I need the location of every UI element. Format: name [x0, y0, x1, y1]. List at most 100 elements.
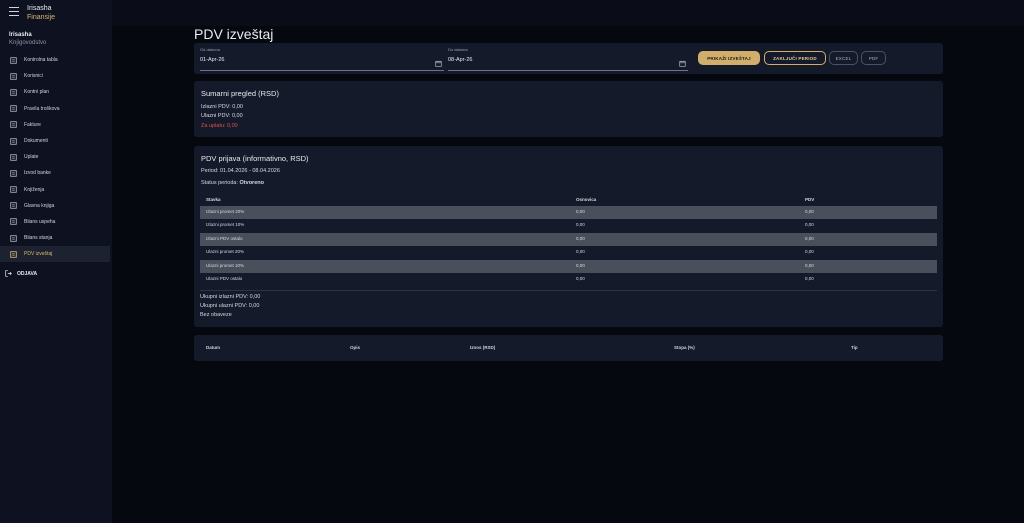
- vat-totals: Ukupni izlazni PDV: 0,00 Ukupni ulazni P…: [200, 293, 260, 321]
- obligation-status: Bez obaveze: [200, 312, 232, 319]
- close-period-button[interactable]: ZAKLJUČI PERIOD: [764, 51, 826, 65]
- vat-return-status: Status perioda: Otvoreno: [201, 180, 264, 186]
- table-cell: 0,00: [576, 262, 585, 268]
- logout-button[interactable]: ODJAVA: [5, 270, 37, 277]
- column-header-item: Stavka: [206, 197, 221, 202]
- page-title: PDV izveštaj: [194, 26, 274, 42]
- table-header: Stavka Osnovica PDV: [200, 194, 937, 206]
- menu-icon[interactable]: [9, 7, 19, 17]
- sidebar-item[interactable]: Uplate: [0, 149, 110, 165]
- summary-to-pay: Za uplatu: 0,00: [201, 123, 238, 129]
- bar-chart-icon: [10, 218, 17, 226]
- from-date-value[interactable]: 01-Apr-26: [200, 57, 444, 63]
- from-date-underline: [200, 70, 444, 71]
- summary-title: Sumarni pregled (RSD): [201, 89, 279, 98]
- status-value: Otvoreno: [239, 180, 264, 186]
- sidebar-item[interactable]: Glavna knjiga: [0, 198, 110, 214]
- column-header-type: Tip: [851, 345, 858, 350]
- user-name: Irisasha: [9, 32, 32, 38]
- summary-out-vat: Izlazni PDV: 0,00: [201, 104, 243, 110]
- table-cell: 0,00: [576, 235, 585, 241]
- sidebar-item[interactable]: Dokumenti: [0, 133, 110, 149]
- table-row: Ulazni promet 20% 0,00 0,00: [200, 246, 937, 259]
- table-cell: 0,00: [805, 275, 814, 281]
- to-date-value[interactable]: 08-Apr-26: [448, 57, 688, 63]
- sidebar-item[interactable]: Bilans uspeha: [0, 214, 110, 230]
- balance-icon: [10, 234, 17, 242]
- summary-in-vat: Ulazni PDV: 0,00: [201, 113, 243, 119]
- pdf-button[interactable]: PDF: [861, 51, 886, 65]
- table-cell: 0,00: [805, 235, 814, 241]
- table-cell: Ulazni promet 10%: [206, 262, 245, 268]
- table-cell: Ulazni PDV ostalo: [206, 275, 243, 281]
- sidebar-item[interactable]: Kontrolna tabla: [0, 52, 110, 68]
- sidebar-item[interactable]: Izvod banke: [0, 165, 110, 181]
- user-info: Irisasha Knjigovodstvo: [9, 31, 46, 47]
- sidebar-item[interactable]: Kontni plan: [0, 84, 110, 100]
- to-date-label: Do datuma: [448, 47, 468, 52]
- sidebar-item-label: Knjiženja: [24, 186, 45, 193]
- from-date-field[interactable]: Od datuma 01-Apr-26: [200, 47, 444, 71]
- from-date-label: Od datuma: [200, 47, 220, 52]
- sidebar-item-label: Dokumenti: [24, 138, 48, 145]
- account-tree-icon: [10, 89, 17, 96]
- table-cell: 0,00: [805, 209, 814, 214]
- show-report-button[interactable]: PRIKAŽI IZVEŠTAJ: [698, 51, 760, 65]
- user-role: Knjigovodstvo: [9, 40, 47, 46]
- status-label: Status perioda:: [201, 180, 240, 186]
- sidebar-item[interactable]: Bilans stanja: [0, 230, 110, 246]
- total-out-vat: Ukupni izlazni PDV: 0,00: [200, 294, 261, 300]
- column-header-amount: Iznos (RSD): [470, 345, 496, 350]
- to-date-underline: [448, 70, 688, 71]
- table-cell: 0,00: [805, 222, 814, 228]
- table-row: Izlazni PDV ostalo 0,00 0,00: [200, 232, 937, 247]
- vat-return-title: PDV prijava (informativno, RSD): [201, 154, 309, 163]
- vat-return-card: PDV prijava (informativno, RSD) Period: …: [194, 146, 943, 327]
- brand-subtitle: Finansije: [27, 14, 56, 21]
- calendar-icon[interactable]: [435, 60, 442, 67]
- table-cell: 0,00: [576, 249, 585, 255]
- total-in-vat: Ukupni ulazni PDV: 0,00: [200, 303, 260, 310]
- document-icon: [10, 137, 17, 145]
- top-bar: [0, 0, 1024, 26]
- sidebar-item[interactable]: PDV izveštaj: [0, 246, 110, 263]
- users-icon: [10, 73, 17, 80]
- payment-icon: [10, 153, 17, 161]
- dashboard-icon: [10, 56, 17, 64]
- table-cell: Ulazni promet 20%: [206, 249, 245, 255]
- table-row: Ulazni promet 10% 0,00 0,00: [200, 259, 937, 273]
- sidebar-item-label: Bilans uspeha: [24, 218, 56, 225]
- sidebar-item-label: Kontni plan: [24, 89, 50, 96]
- brand-name: Irisasha: [27, 5, 52, 12]
- sidebar-item-label: Fakture: [24, 121, 41, 128]
- ledger-icon: [10, 202, 17, 210]
- sidebar-item-label: Pravila troškova: [24, 105, 60, 112]
- column-header-description: Opis: [350, 345, 361, 350]
- table-cell: 0,00: [576, 209, 585, 214]
- to-date-field[interactable]: Do datuma 08-Apr-26: [448, 47, 688, 71]
- table-cell: 0,00: [576, 222, 585, 228]
- invoice-icon: [10, 121, 17, 129]
- table-row: Izlazni promet 20% 0,00 0,00: [200, 206, 937, 220]
- filter-card: Od datuma 01-Apr-26 Do datuma 08-Apr-26 …: [194, 43, 943, 74]
- summary-card: Sumarni pregled (RSD) Izlazni PDV: 0,00 …: [194, 81, 943, 137]
- sidebar-item[interactable]: Korisnici: [0, 68, 110, 84]
- sidebar-item-label: Kontrolna tabla: [24, 57, 58, 64]
- excel-button[interactable]: EXCEL: [829, 51, 858, 65]
- sidebar-item[interactable]: Knjiženja: [0, 182, 110, 198]
- divider: [200, 290, 937, 291]
- sidebar-nav: Kontrolna tabla Korisnici Kontni plan Pravi…: [0, 52, 110, 263]
- table-cell: Izlazni promet 10%: [206, 222, 245, 228]
- sidebar-item-label: Glavna knjiga: [24, 202, 55, 209]
- report-icon: [10, 251, 17, 258]
- calendar-icon[interactable]: [679, 60, 686, 67]
- detail-table-header: Datum Opis Iznos (RSD) Stopa (%) Tip: [194, 335, 943, 361]
- brand: Irisasha Finansije: [27, 4, 55, 22]
- sidebar-item[interactable]: Fakture: [0, 117, 110, 133]
- sidebar-item-label: Bilans stanja: [24, 235, 53, 242]
- table-cell: Izlazni PDV ostalo: [206, 235, 243, 241]
- sidebar-item[interactable]: Pravila troškova: [0, 101, 110, 117]
- bank-statement-icon: [10, 170, 17, 177]
- table-cell: 0,00: [805, 262, 814, 268]
- logout-icon: [5, 270, 12, 277]
